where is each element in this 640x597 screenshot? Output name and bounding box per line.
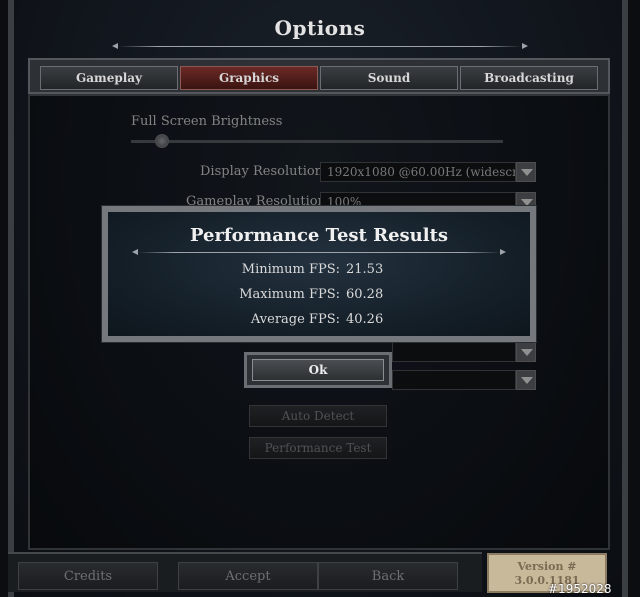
performance-results-dialog: Performance Test Results Minimum FPS: 21… bbox=[101, 205, 537, 343]
tab-sound[interactable]: Sound bbox=[320, 66, 458, 90]
ok-button[interactable]: Ok bbox=[252, 359, 384, 381]
dialog-title: Performance Test Results bbox=[189, 225, 449, 246]
stat-label: Minimum FPS: bbox=[241, 262, 340, 277]
stat-label: Maximum FPS: bbox=[239, 287, 340, 302]
dialog-divider bbox=[132, 249, 506, 255]
ok-button-frame: Ok bbox=[244, 352, 392, 388]
footer-bar: Credits Accept Back bbox=[8, 552, 482, 592]
stat-value: 21.53 bbox=[346, 262, 384, 277]
title-divider bbox=[112, 43, 528, 49]
tab-bar: Gameplay Graphics Sound Broadcasting bbox=[28, 58, 610, 94]
stat-label: Average FPS: bbox=[250, 312, 340, 327]
stat-value: 60.28 bbox=[346, 287, 384, 302]
watermark: #1952028 bbox=[548, 582, 612, 596]
window-title: Options bbox=[274, 16, 366, 40]
version-title: Version # bbox=[517, 560, 577, 573]
tab-gameplay[interactable]: Gameplay bbox=[40, 66, 178, 90]
credits-button[interactable]: Credits bbox=[18, 562, 158, 590]
tab-graphics[interactable]: Graphics bbox=[180, 66, 318, 90]
back-button[interactable]: Back bbox=[318, 562, 458, 590]
tab-broadcasting[interactable]: Broadcasting bbox=[460, 66, 598, 90]
stat-value: 40.26 bbox=[346, 312, 384, 327]
accept-button[interactable]: Accept bbox=[178, 562, 318, 590]
